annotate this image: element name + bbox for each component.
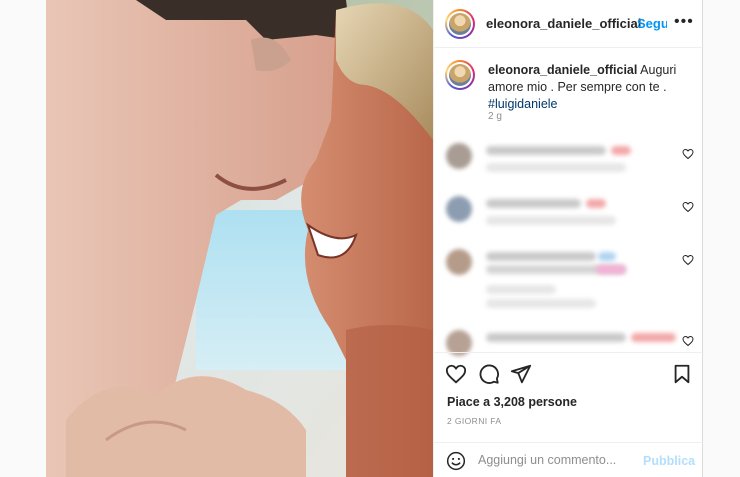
caption-author-avatar[interactable] xyxy=(445,60,475,90)
post-actions-bar xyxy=(434,352,704,392)
commenter-avatar[interactable] xyxy=(446,196,472,222)
post-details-panel: eleonora_daniele_official Segui ••• eleo… xyxy=(433,0,704,477)
comment-like-icon[interactable] xyxy=(682,201,694,213)
more-options-icon[interactable]: ••• xyxy=(674,13,694,31)
publish-button[interactable]: Pubblica xyxy=(643,454,695,468)
bookmark-icon[interactable] xyxy=(671,363,693,385)
emoji-icon[interactable] xyxy=(446,451,466,471)
add-comment-bar: Pubblica xyxy=(434,442,704,477)
comment-bubble-icon[interactable] xyxy=(478,363,500,385)
likes-count[interactable]: Piace a 3,208 persone xyxy=(447,395,577,409)
comment-like-icon[interactable] xyxy=(682,148,694,160)
follow-button[interactable]: Segui xyxy=(637,16,667,31)
post-caption: eleonora_daniele_official Auguri amore m… xyxy=(488,62,698,113)
commenter-avatar[interactable] xyxy=(446,249,472,275)
comment-input[interactable] xyxy=(478,453,628,467)
author-username[interactable]: eleonora_daniele_official xyxy=(486,16,641,31)
post-header: eleonora_daniele_official Segui ••• xyxy=(434,0,704,48)
paper-plane-icon[interactable] xyxy=(510,363,532,385)
comment-like-icon[interactable] xyxy=(682,335,694,347)
commenter-avatar[interactable] xyxy=(446,143,472,169)
author-avatar[interactable] xyxy=(445,9,475,39)
post-photo[interactable] xyxy=(46,0,433,477)
caption-age: 2 g xyxy=(488,111,502,122)
heart-icon[interactable] xyxy=(445,363,467,385)
comment-like-icon[interactable] xyxy=(682,254,694,266)
caption-username[interactable]: eleonora_daniele_official xyxy=(488,63,637,77)
caption-hashtag[interactable]: #luigidaniele xyxy=(488,97,558,111)
post-date: 2 GIORNI FA xyxy=(447,416,502,426)
post-photo-image xyxy=(46,0,433,477)
instagram-post-view: eleonora_daniele_official Segui ••• eleo… xyxy=(0,0,740,477)
